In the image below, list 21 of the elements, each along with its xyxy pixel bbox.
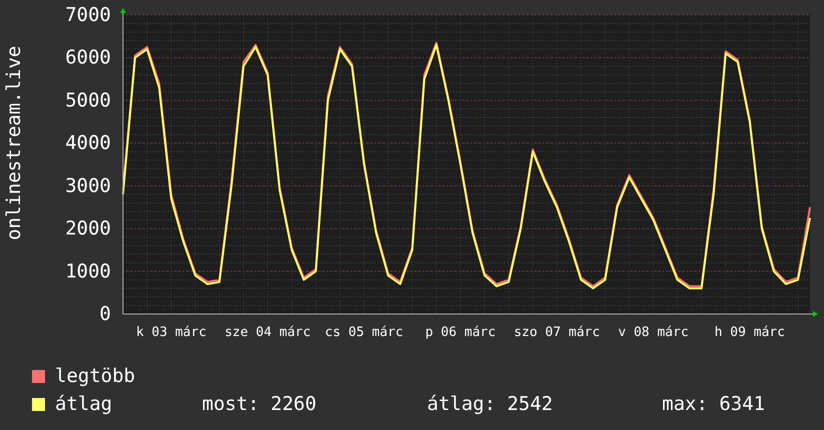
y-tick-label: 3000 (65, 174, 111, 197)
x-tick-label: h 09 márc (714, 325, 785, 340)
y-tick-label: 5000 (65, 89, 111, 112)
x-tick-label: p 06 márc (425, 325, 496, 340)
stat-value: most: 2260 (202, 393, 318, 415)
x-tick-label: k 03 márc (136, 325, 206, 340)
y-tick-label: 7000 (65, 4, 111, 26)
y-tick-label: 0 (100, 303, 111, 325)
x-tick-label: szo 07 márc (514, 325, 600, 340)
x-tick-label: v 08 márc (618, 325, 689, 340)
legend-label: átlag (55, 393, 112, 415)
x-tick-label: cs 05 márc (324, 325, 404, 340)
y-tick-label: 1000 (65, 260, 111, 282)
stat-value: max: 6341 (662, 393, 766, 415)
y-tick-label: 4000 (65, 132, 111, 154)
legend-label: legtöbb (55, 365, 136, 387)
y-tick-label: 6000 (65, 46, 111, 69)
y-axis-title: onlinestream.live (3, 46, 25, 240)
x-tick-label: sze 04 márc (224, 325, 311, 340)
stat-value: átlag: 2542 (427, 393, 554, 415)
y-tick-label: 2000 (65, 218, 111, 240)
